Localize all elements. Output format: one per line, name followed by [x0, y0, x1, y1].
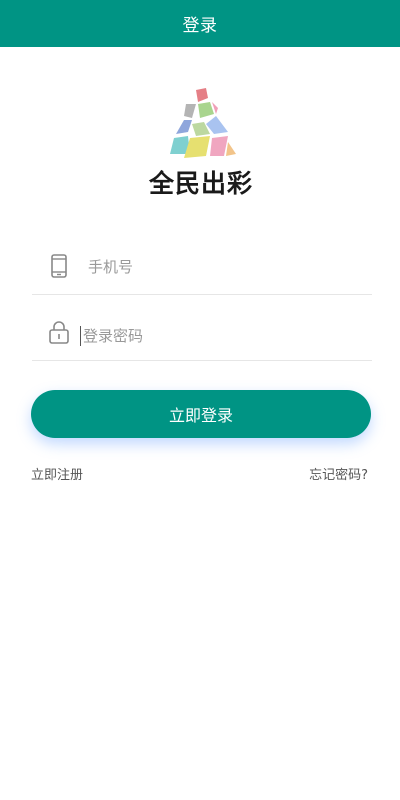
phone-icon: [51, 254, 67, 278]
login-page: 登录 全民出彩 手机号 立即登录 立即注册 忘记密码?: [0, 0, 400, 800]
phone-input[interactable]: [84, 250, 362, 284]
login-button[interactable]: 立即登录: [31, 390, 371, 438]
page-title: 登录: [182, 16, 218, 36]
top-bar: 登录: [0, 0, 400, 47]
app-logo: 全民出彩: [140, 84, 262, 200]
lock-icon: [49, 321, 69, 344]
register-link[interactable]: 立即注册: [31, 464, 83, 483]
phone-field: [32, 244, 372, 295]
logo-mark-icon: [170, 88, 236, 158]
logo-text: 全民出彩: [148, 169, 253, 198]
password-field: [32, 310, 372, 361]
password-input[interactable]: [80, 326, 357, 346]
forgot-password-link[interactable]: 忘记密码?: [309, 464, 368, 483]
